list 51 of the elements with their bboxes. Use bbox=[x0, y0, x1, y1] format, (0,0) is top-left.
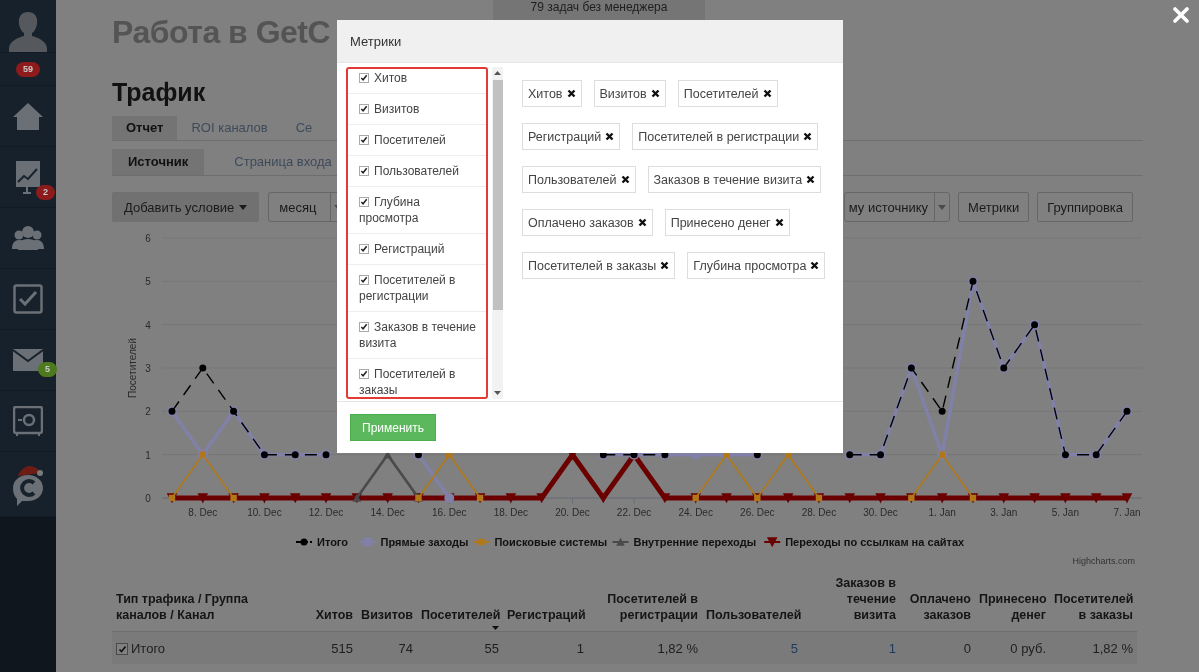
tag-label: Посетителей в заказы bbox=[528, 258, 657, 273]
y-tick-label: 4 bbox=[145, 319, 151, 331]
x-tick-label: 8. Dec bbox=[188, 507, 218, 518]
x-tick-label: 30. Dec bbox=[863, 507, 898, 518]
tag-label: Посетителей bbox=[683, 86, 759, 101]
tag-label: Заказов в течение визита bbox=[653, 172, 803, 187]
x-tick-label: 1. Jan bbox=[928, 507, 956, 518]
y-tick-label: 3 bbox=[145, 363, 151, 374]
x-tick-label: 7. Jan bbox=[1113, 507, 1141, 518]
table-cell: 74 bbox=[357, 631, 417, 664]
tag-label: Хитов bbox=[528, 86, 563, 101]
legend-label: Внутренние переходы bbox=[633, 536, 757, 548]
x-tick-label: 16. Dec bbox=[432, 507, 467, 518]
legend-label: Итого bbox=[317, 536, 349, 548]
x-tick-label: 20. Dec bbox=[555, 507, 590, 518]
tag-label: Пользователей bbox=[528, 172, 617, 187]
tag-label: Визитов bbox=[599, 86, 647, 101]
dialog-title: Метрики bbox=[350, 33, 402, 49]
table-cell: 1 bbox=[503, 631, 588, 664]
x-tick-label: 12. Dec bbox=[308, 507, 344, 518]
notice-text: 79 задач без менеджера bbox=[529, 1, 669, 14]
table-cell: 0 bbox=[900, 631, 975, 664]
tag-label: Глубина просмотра bbox=[693, 258, 807, 273]
x-tick-label: 18. Dec bbox=[493, 507, 529, 518]
y-axis-title: Посетителей bbox=[127, 338, 138, 398]
x-tick-label: 26. Dec bbox=[740, 507, 775, 518]
section-title: Трафик bbox=[112, 77, 206, 108]
table-cell: 0 руб. bbox=[975, 631, 1050, 664]
row-label: Итого bbox=[131, 640, 166, 656]
x-tick-label: 24. Dec bbox=[678, 507, 713, 518]
x-tick-label: 10. Dec bbox=[247, 507, 282, 518]
tag-label: Принесено денег bbox=[670, 215, 771, 230]
table-cell: 1,82 % bbox=[588, 631, 702, 664]
y-tick-label: 1 bbox=[145, 449, 151, 461]
legend-label: Прямые заходы bbox=[380, 536, 469, 548]
x-tick-label: 5. Jan bbox=[1051, 507, 1079, 518]
table-cell: 1,82 % bbox=[1050, 631, 1137, 664]
y-tick-label: 2 bbox=[145, 406, 151, 418]
x-tick-label: 3. Jan bbox=[990, 507, 1018, 518]
tag-label: Посетителей в регистрации bbox=[638, 129, 800, 144]
y-tick-label: 0 bbox=[145, 493, 151, 504]
y-tick-label: 6 bbox=[145, 233, 151, 244]
tag-label: Регистраций bbox=[528, 129, 602, 144]
y-tick-label: 5 bbox=[145, 276, 151, 288]
legend-label: Поисковые системы bbox=[494, 536, 608, 548]
table-cell: 515 bbox=[302, 631, 357, 664]
x-tick-label: 14. Dec bbox=[370, 507, 405, 518]
x-tick-label: 22. Dec bbox=[616, 507, 652, 518]
tag-label: Оплачено заказов bbox=[528, 215, 634, 230]
x-tick-label: 28. Dec bbox=[801, 507, 837, 518]
table-cell: 55 bbox=[417, 631, 503, 664]
